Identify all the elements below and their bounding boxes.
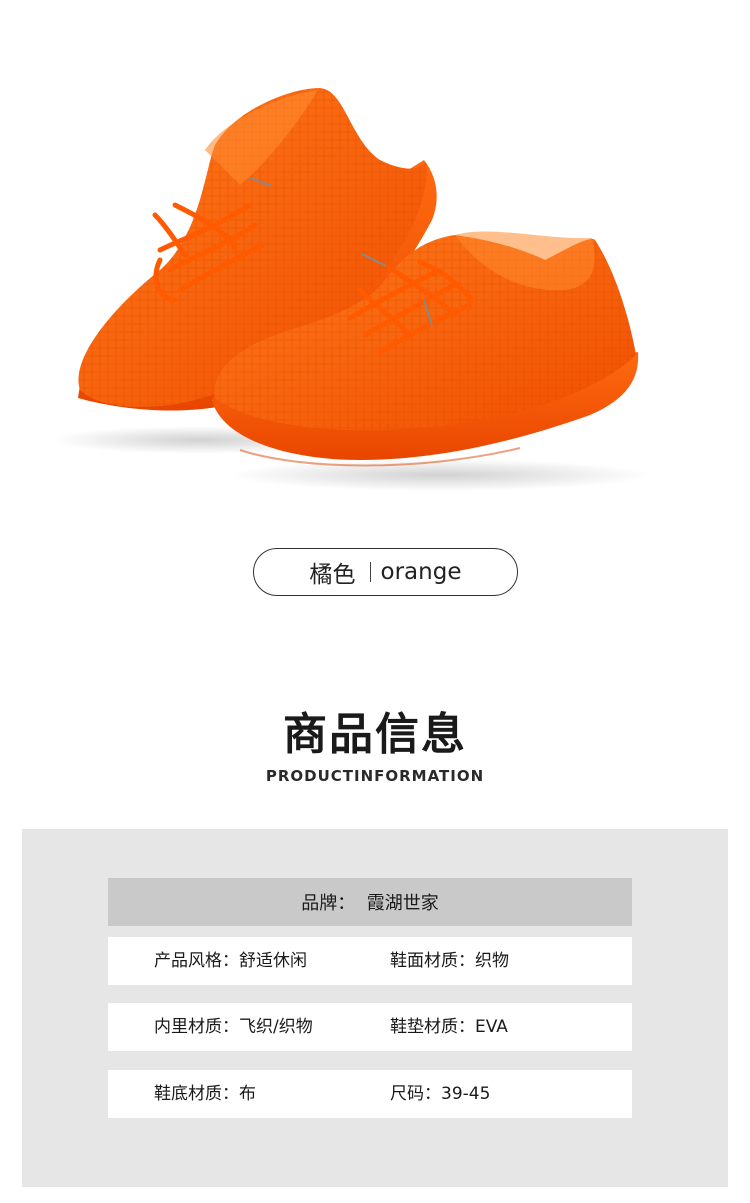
color-name-cn: 橘色	[309, 562, 356, 588]
spec-upper-material: 鞋面材质：织物	[390, 951, 509, 971]
section-subtitle: PRODUCTINFORMATION	[265, 767, 485, 785]
separator-divider	[369, 562, 371, 582]
spec-row: 产品风格：舒适休闲 鞋面材质：织物	[108, 937, 632, 985]
product-photo	[0, 0, 750, 520]
section-title: 商品信息	[283, 709, 467, 760]
spec-row: 鞋底材质：布 尺码：39-45	[108, 1070, 632, 1118]
spec-style: 产品风格：舒适休闲	[154, 951, 307, 971]
spec-outsole-material: 鞋底材质：布	[154, 1084, 256, 1104]
spec-lining-material: 内里材质：飞织/织物	[154, 1017, 313, 1037]
color-name-en: orange	[380, 559, 462, 585]
brand-text: 品牌： 霞湖世家	[301, 893, 439, 914]
spec-row: 内里材质：飞织/织物 鞋垫材质：EVA	[108, 1003, 632, 1051]
spec-insole-material: 鞋垫材质：EVA	[390, 1017, 508, 1037]
spec-size: 尺码：39-45	[390, 1084, 491, 1104]
color-variant-label: 橘色 orange	[253, 548, 518, 596]
brand-row: 品牌： 霞湖世家	[108, 878, 632, 926]
orange-sneakers-illustration	[50, 88, 650, 491]
product-info-panel: 品牌： 霞湖世家 产品风格：舒适休闲 鞋面材质：织物 内里材质：飞织/织物 鞋垫…	[22, 829, 728, 1187]
